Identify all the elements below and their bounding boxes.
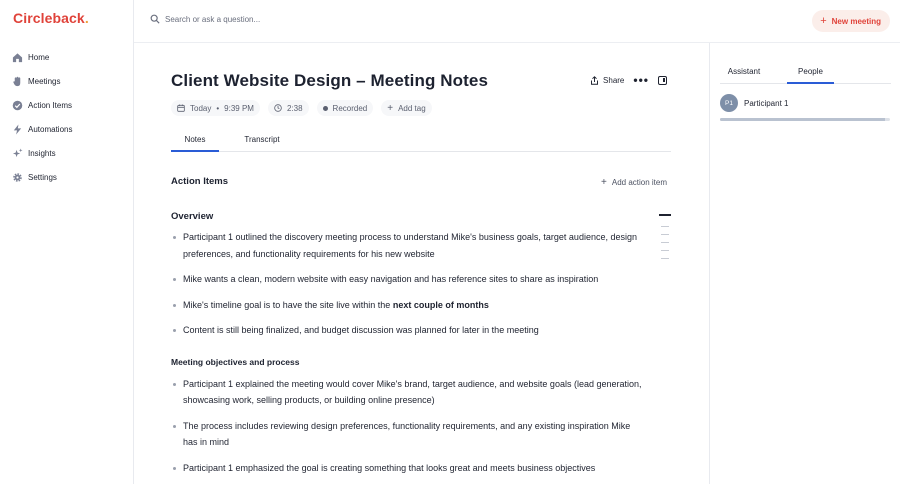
sidebar-item-settings[interactable]: Settings — [0, 165, 134, 189]
meeting-notes-panel: Client Website Design – Meeting Notes Sh… — [134, 43, 710, 484]
notes-body: Participant 1 outlined the discovery mee… — [171, 229, 643, 476]
list-item: Participant 1 explained the meeting woul… — [171, 376, 643, 409]
timeline-highlight: next couple of months — [392, 299, 489, 310]
list-item: The process includes reviewing design pr… — [171, 418, 643, 451]
toggle-panel-icon[interactable] — [658, 75, 667, 85]
avatar: P1 — [720, 94, 738, 112]
new-meeting-button[interactable]: + New meeting — [812, 10, 890, 32]
date-text: Today — [190, 103, 212, 113]
sparkle-icon — [12, 147, 23, 159]
objectives-heading: Meeting objectives and process — [171, 356, 300, 367]
new-meeting-label: New meeting — [831, 16, 881, 26]
share-button[interactable]: Share — [590, 76, 624, 85]
sidebar: Circleback. Home Meetings Action Items A… — [0, 0, 134, 484]
logo-text: Circleback — [13, 10, 85, 26]
list-item: Content is still being finalized, and bu… — [171, 322, 643, 339]
list-item: Mike's timeline goal is to have the site… — [171, 297, 643, 314]
talk-time-fill — [720, 118, 885, 121]
bolt-icon — [12, 123, 23, 135]
collapse-icon[interactable] — [659, 214, 671, 216]
app-logo[interactable]: Circleback. — [13, 10, 89, 26]
list-item: Participant 1 outlined the discovery mee… — [171, 229, 643, 262]
add-tag-label: Add tag — [398, 103, 426, 113]
plus-icon: + — [601, 177, 607, 188]
search-box — [150, 14, 365, 24]
plus-icon: + — [387, 102, 394, 114]
participant-row[interactable]: P1 Participant 1 — [720, 94, 788, 112]
tab-transcript[interactable]: Transcript — [235, 135, 289, 152]
sidebar-item-label: Meetings — [28, 76, 61, 86]
share-icon — [591, 75, 599, 85]
tab-assistant[interactable]: Assistant — [720, 67, 768, 84]
home-icon — [12, 52, 23, 63]
recorded-text: Recorded — [332, 103, 368, 113]
sidebar-item-label: Action Items — [28, 100, 73, 110]
logo-dot: . — [84, 10, 89, 26]
side-panel: Assistant People P1 Participant 1 — [711, 43, 900, 484]
meetings-icon — [12, 76, 23, 87]
clock-icon — [274, 104, 282, 112]
add-tag-button[interactable]: + Add tag — [381, 100, 432, 116]
gear-icon — [12, 172, 23, 183]
page-title: Client Website Design – Meeting Notes — [171, 71, 488, 90]
outline-minimap — [661, 226, 669, 266]
duration-chip: 2:38 — [267, 100, 309, 116]
talk-time-bar — [720, 118, 890, 121]
search-icon — [150, 14, 160, 24]
time-text: 9:39 PM — [224, 103, 254, 113]
add-action-item-label: Add action item — [611, 178, 667, 187]
overview-heading: Overview — [171, 211, 214, 222]
more-options-icon[interactable]: ••• — [633, 74, 649, 86]
share-label: Share — [603, 75, 625, 85]
action-items-heading: Action Items — [171, 176, 229, 187]
check-circle-icon — [12, 100, 23, 111]
meeting-meta: Today • 9:39 PM 2:38 Recorded + Add tag — [171, 100, 440, 116]
title-actions: Share ••• — [590, 74, 667, 86]
sidebar-item-automations[interactable]: Automations — [0, 117, 134, 141]
sidebar-item-label: Automations — [28, 124, 73, 134]
notes-tabs: Notes Transcript — [171, 131, 671, 152]
sidebar-item-label: Insights — [28, 148, 56, 158]
list-item: Mike wants a clean, modern website with … — [171, 271, 643, 288]
list-item: Participant 1 emphasized the goal is cre… — [171, 460, 643, 477]
recorded-chip: Recorded — [316, 100, 374, 116]
plus-icon: + — [820, 14, 827, 27]
sidebar-nav: Home Meetings Action Items Automations I… — [0, 45, 134, 189]
tab-people[interactable]: People — [787, 67, 834, 84]
top-bar: + New meeting — [134, 0, 900, 43]
sidebar-item-home[interactable]: Home — [0, 45, 134, 69]
calendar-icon — [177, 104, 185, 112]
timeline-text: Mike's timeline goal is to have the site… — [183, 299, 393, 310]
sidebar-item-label: Settings — [28, 172, 57, 182]
add-action-item-button[interactable]: + Add action item — [601, 177, 667, 188]
sidebar-item-meetings[interactable]: Meetings — [0, 69, 134, 93]
tab-notes[interactable]: Notes — [171, 135, 219, 152]
search-input[interactable] — [165, 14, 365, 24]
date-separator: • — [216, 103, 220, 113]
date-chip: Today • 9:39 PM — [171, 100, 260, 116]
sidebar-item-action-items[interactable]: Action Items — [0, 93, 134, 117]
record-dot-icon — [322, 105, 328, 111]
side-panel-tabs: Assistant People — [720, 61, 891, 84]
duration-text: 2:38 — [286, 103, 303, 113]
sidebar-item-label: Home — [28, 52, 50, 62]
sidebar-item-insights[interactable]: Insights — [0, 141, 134, 165]
participant-name: Participant 1 — [744, 98, 789, 108]
